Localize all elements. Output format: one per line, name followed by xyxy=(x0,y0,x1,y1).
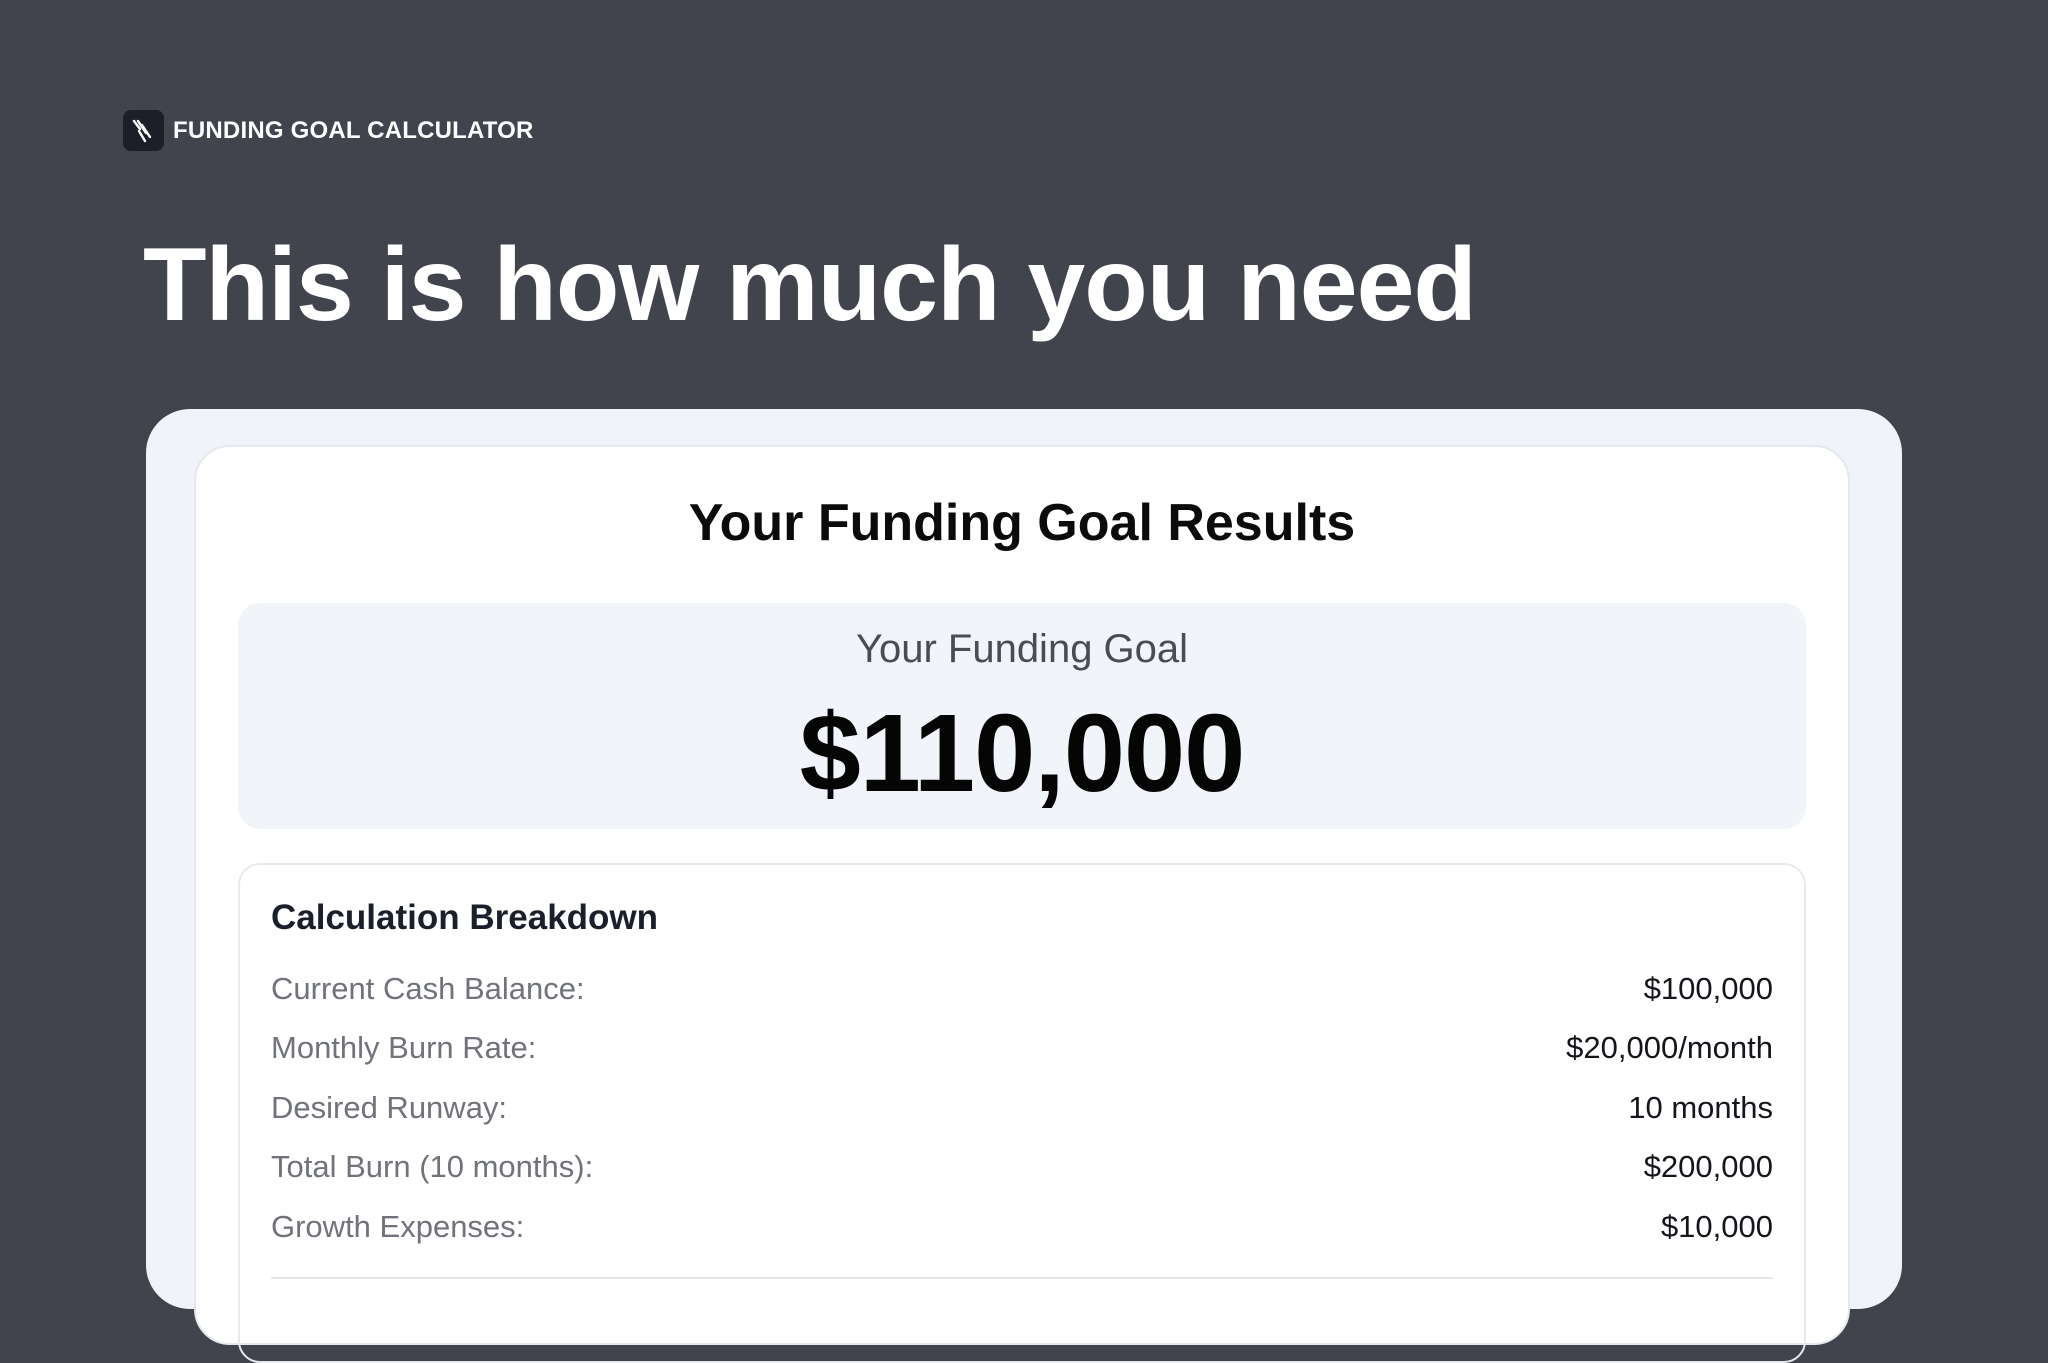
breakdown-rows: Current Cash Balance: $100,000 Monthly B… xyxy=(271,959,1773,1257)
breakdown-row-total-burn: Total Burn (10 months): $200,000 xyxy=(271,1138,1773,1198)
brand: FUNDING GOAL CALCULATOR xyxy=(123,110,534,151)
results-panel: Your Funding Goal Results Your Funding G… xyxy=(194,445,1850,1363)
breakdown-row-burn-rate: Monthly Burn Rate: $20,000/month xyxy=(271,1019,1773,1079)
results-title: Your Funding Goal Results xyxy=(688,494,1356,552)
breakdown-row-growth-expenses: Growth Expenses: $10,000 xyxy=(271,1197,1773,1257)
stripes-logo-icon xyxy=(123,110,164,151)
row-value: $10,000 xyxy=(1660,1208,1773,1244)
funding-goal-value: $110,000 xyxy=(799,692,1246,815)
breakdown-row-current-cash: Current Cash Balance: $100,000 xyxy=(271,959,1773,1019)
calculation-breakdown: Calculation Breakdown Current Cash Balan… xyxy=(238,863,1806,1363)
row-label: Desired Runway: xyxy=(271,1089,508,1125)
breakdown-row-runway: Desired Runway: 10 months xyxy=(271,1078,1773,1138)
funding-goal-box: Your Funding Goal $110,000 xyxy=(238,603,1806,829)
row-value: 10 months xyxy=(1628,1089,1773,1125)
row-value: $20,000/month xyxy=(1566,1030,1773,1066)
results-card: Your Funding Goal Results Your Funding G… xyxy=(146,409,1902,1363)
row-label: Current Cash Balance: xyxy=(271,970,585,1006)
row-label: Total Burn (10 months): xyxy=(271,1149,594,1185)
row-label: Monthly Burn Rate: xyxy=(271,1030,537,1066)
breakdown-title: Calculation Breakdown xyxy=(271,898,659,937)
row-value: $200,000 xyxy=(1643,1149,1773,1185)
funding-goal-label: Your Funding Goal xyxy=(855,627,1189,671)
breakdown-divider xyxy=(271,1277,1773,1279)
row-value: $100,000 xyxy=(1643,970,1773,1006)
brand-label: FUNDING GOAL CALCULATOR xyxy=(173,116,534,144)
row-label: Growth Expenses: xyxy=(271,1208,525,1244)
page-title: This is how much you need xyxy=(143,227,1477,343)
